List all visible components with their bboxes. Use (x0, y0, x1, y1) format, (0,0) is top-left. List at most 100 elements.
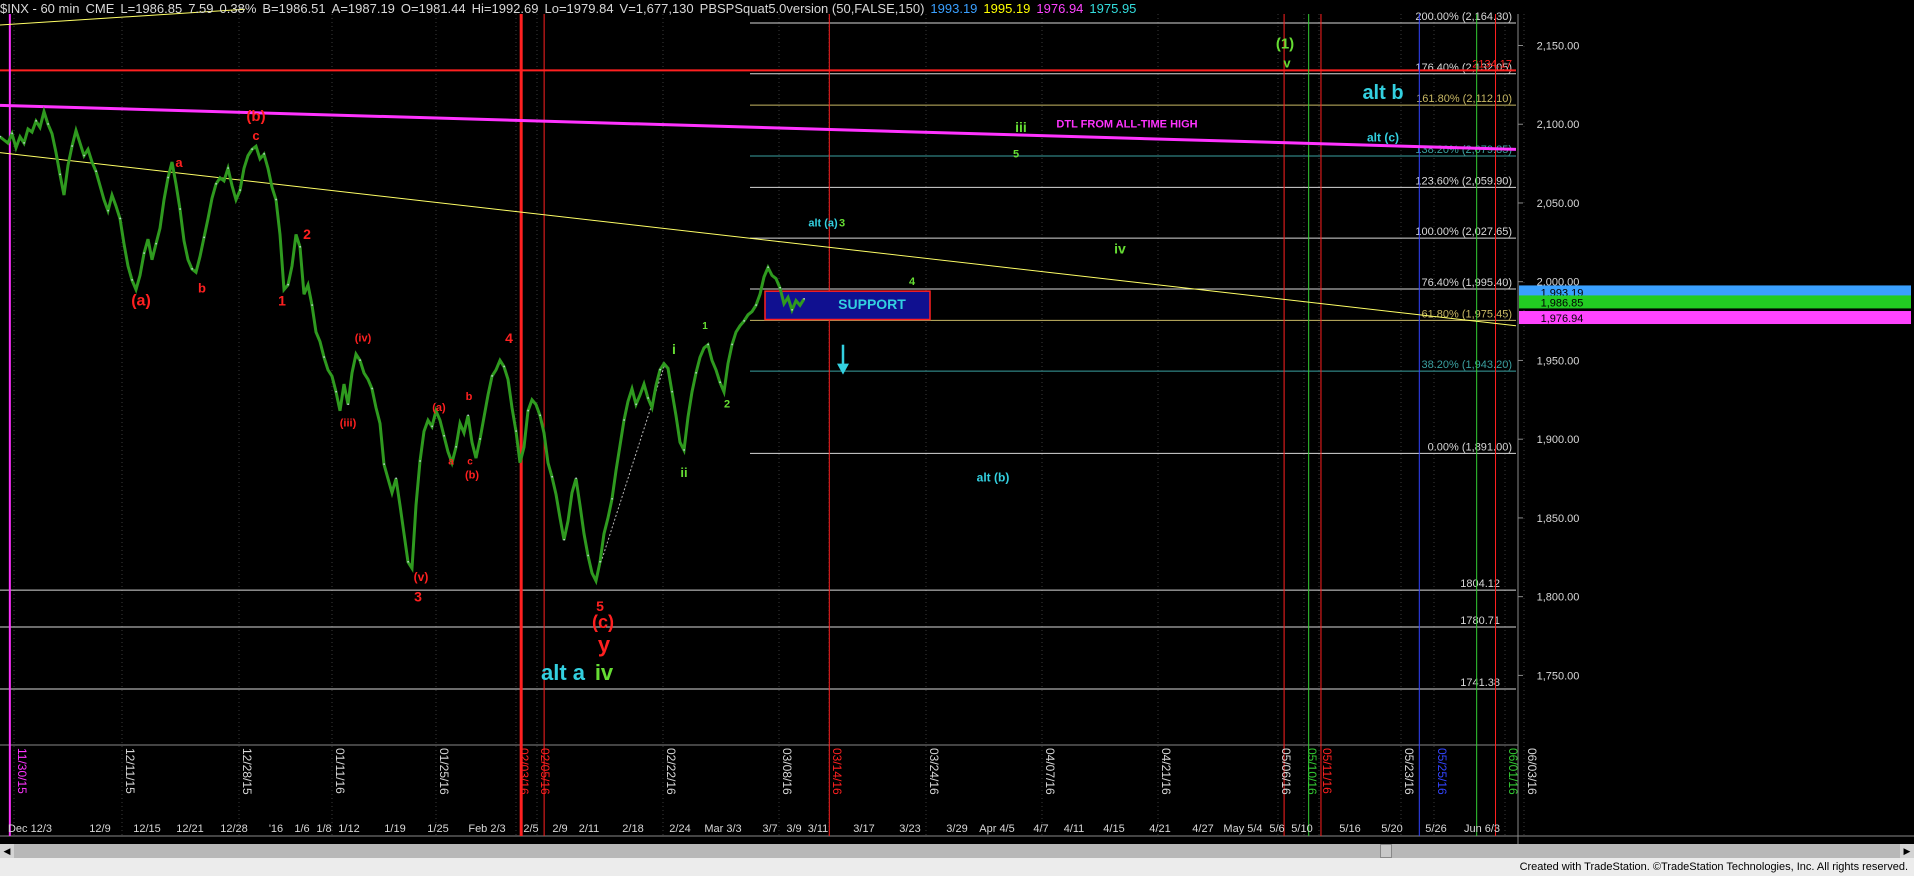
chart-background (0, 0, 1914, 858)
x-tick-label-23: 3/29 (946, 823, 967, 835)
price-point-192 (767, 266, 769, 269)
scroll-thumb[interactable] (1380, 844, 1392, 858)
price-point-51 (203, 236, 205, 239)
x-tick-label-7: 1/8 (316, 823, 331, 835)
wave-label-8: (iii) (340, 418, 357, 430)
extra-level-label-0: 1804.12 (1460, 578, 1500, 590)
price-point-195 (779, 287, 781, 289)
wave-label-3: 2 (303, 226, 311, 242)
price-point-111 (443, 435, 445, 437)
wave-label-5: (a) (131, 292, 151, 309)
extra-level-label-1: 1780.71 (1460, 615, 1500, 627)
y-tick-label-8: 2,150.00 (1537, 40, 1580, 52)
symbol-label: $INX - 60 min (0, 1, 80, 16)
price-point-27 (107, 209, 109, 212)
wave-label-22: i (672, 341, 676, 357)
x-tick-label-8: 1/12 (338, 823, 359, 835)
date-label-2: 12/28/15 (240, 748, 254, 795)
wave-label-19: y (598, 632, 611, 657)
date-label-11: 04/07/16 (1043, 748, 1057, 795)
price-point-24 (95, 170, 97, 172)
scroll-right-arrow-icon[interactable]: ▶ (1900, 844, 1914, 858)
price-point-60 (239, 189, 241, 191)
fib-label-7: 61.80% (1,975.45) (1421, 308, 1512, 320)
x-tick-label-3: 12/21 (176, 823, 204, 835)
wave-label-30: 5 (1013, 148, 1019, 160)
price-point-18 (71, 145, 73, 147)
wave-label-12: c (467, 456, 473, 467)
price-point-156 (623, 419, 625, 421)
price-point-66 (263, 153, 265, 155)
wave-label-4: 1 (278, 292, 286, 308)
price-point-30 (119, 217, 121, 220)
wave-label-32: iv (1114, 240, 1126, 256)
price-point-120 (479, 438, 481, 440)
price-point-153 (611, 498, 613, 500)
price-point-15 (59, 173, 61, 176)
scroll-left-arrow-icon[interactable]: ◀ (0, 844, 14, 858)
date-label-8: 03/08/16 (780, 748, 794, 795)
price-point-201 (803, 298, 805, 300)
bid-price: B=1986.51 (262, 1, 326, 16)
price-point-198 (791, 309, 793, 311)
red-resistance-label: 2134.17 (1472, 58, 1512, 70)
wave-label-28: 4 (909, 276, 916, 288)
fib-label-4: 123.60% (2,059.90) (1415, 175, 1512, 187)
price-point-132 (527, 409, 529, 412)
price-point-171 (683, 449, 685, 451)
wave-label-18: (c) (592, 612, 614, 632)
price-point-123 (491, 375, 493, 377)
price-point-90 (359, 359, 361, 361)
x-tick-label-36: Jun 6/3 (1464, 823, 1500, 835)
exchange-label: CME (85, 1, 115, 16)
price-point-174 (695, 372, 697, 374)
price-point-159 (635, 403, 637, 406)
price-point-99 (395, 477, 397, 480)
price-point-57 (227, 167, 229, 169)
wave-label-6: b (198, 281, 206, 296)
x-tick-label-16: 2/24 (669, 823, 690, 835)
horizontal-scrollbar[interactable] (14, 844, 1900, 858)
y-tick-label-6: 2,050.00 (1537, 198, 1580, 210)
price-point-177 (707, 343, 709, 346)
fib-label-2: 161.80% (2,112.10) (1416, 93, 1512, 105)
x-tick-label-14: 2/11 (579, 823, 600, 835)
price-point-21 (83, 154, 85, 157)
indicator-name: PBSPSquat5.0version (50,FALSE,150) (699, 1, 925, 16)
wave-label-2: a (175, 155, 183, 170)
date-label-7: 02/22/16 (664, 748, 678, 795)
x-tick-label-9: 1/19 (384, 823, 405, 835)
footer-credit: Created with TradeStation. ©TradeStation… (1519, 861, 1908, 873)
price-point-81 (323, 356, 325, 358)
price-point-135 (539, 414, 541, 417)
x-tick-label-30: May 5/4 (1223, 823, 1262, 835)
x-tick-label-11: Feb 2/3 (468, 823, 505, 835)
wave-label-16: 4 (505, 330, 513, 346)
price-point-189 (755, 304, 757, 306)
indicator-value-2: 1995.19 (983, 1, 1031, 16)
price-point-42 (167, 176, 169, 179)
wave-label-7: (iv) (355, 333, 372, 345)
y-tick-label-0: 1,750.00 (1537, 670, 1580, 682)
wave-label-35: v (1283, 56, 1291, 71)
price-point-84 (335, 390, 337, 393)
wave-label-24: ii (680, 465, 687, 480)
date-label-18: 06/01/16 (1506, 748, 1520, 795)
price-point-33 (131, 279, 133, 281)
volume: V=1,677,130 (619, 1, 694, 16)
price-point-54 (215, 183, 217, 185)
price-point-0 (0, 135, 1, 138)
price-point-117 (467, 414, 469, 417)
price-point-45 (179, 208, 181, 210)
y-tick-label-1: 1,800.00 (1537, 592, 1580, 604)
indicator-value-3: 1976.94 (1036, 1, 1084, 16)
price-tag-2: 1,976.94 (1541, 313, 1584, 325)
date-label-3: 01/11/16 (333, 748, 347, 794)
y-tick-label-7: 2,100.00 (1537, 119, 1580, 131)
price-tag-1: 1,986.85 (1541, 297, 1584, 309)
price-point-186 (743, 320, 745, 322)
wave-label-36: alt b (1362, 82, 1403, 104)
price-point-36 (143, 252, 145, 254)
y-tick-label-3: 1,900.00 (1537, 434, 1580, 446)
wave-label-20: alt a (541, 660, 586, 685)
